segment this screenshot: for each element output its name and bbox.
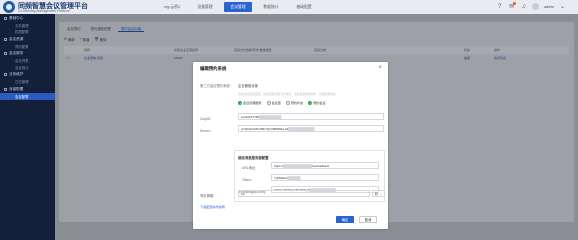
row-name[interactable]: 企业微信-对接 <box>84 56 174 60</box>
bell-icon[interactable]: ♫ <box>520 3 527 10</box>
token-input[interactable]: YjKMAkG ██████ <box>271 174 379 181</box>
dialog-hint: 请在对接配置设置，请在配置管理门户调试，请先设置地址和IP，对应配置地址 <box>238 92 336 96</box>
column-status: 状态 <box>464 48 471 52</box>
column-app: 对接企业应用名称 <box>174 48 199 52</box>
corpid-input[interactable]: ww3d471765 ██████████ <box>238 113 384 120</box>
top-nav-config[interactable]: 基础配置 <box>290 2 318 12</box>
edit-booking-system-dialog: 编辑预约系统 × 第三方会议预约系统： 企业微信对接 请在对接配置设置，请在配置… <box>193 62 388 229</box>
folder-icon <box>4 16 7 20</box>
secret-label: Secret： <box>200 129 213 133</box>
column-actions: 操作 <box>494 48 501 52</box>
sync-period-input[interactable]: 10 <box>238 190 370 197</box>
plus-icon: + <box>79 37 82 41</box>
option-booking-status[interactable]: 预约状态 <box>285 100 303 105</box>
option-meeting-service[interactable]: 会议管理服务 <box>238 100 262 105</box>
service-icon <box>4 52 7 55</box>
sub-tabs: 会议预约 预约通知配置 预约会议对接 <box>59 25 145 32</box>
refresh-button[interactable]: ⟳ 刷新 <box>64 36 75 42</box>
top-nav-org[interactable]: org-云桥Z <box>158 2 186 12</box>
message-icon[interactable]: ✉ <box>508 2 517 10</box>
tab-booking-notice[interactable]: 预约通知配置 <box>88 25 114 32</box>
sidebar-group-resources[interactable]: 会议资源 <box>0 35 55 43</box>
sidebar-group-services[interactable]: 会议服务 <box>0 50 55 58</box>
app-logo-icon <box>3 1 15 13</box>
chevron-down-icon[interactable]: ⌄ <box>559 3 566 10</box>
tab-meeting-booking[interactable]: 会议预约 <box>64 25 84 32</box>
tab-booking-integration[interactable]: 预约会议对接 <box>117 25 145 32</box>
top-nav-statistics[interactable]: 数据统计 <box>257 2 285 12</box>
sidebar-item-meeting-config[interactable]: 会议配置 <box>0 93 55 100</box>
wrench-icon <box>4 73 7 76</box>
top-nav-devices[interactable]: 设备管理 <box>191 2 219 12</box>
cancel-button[interactable]: 取消 <box>359 216 377 223</box>
user-name[interactable]: admin <box>544 5 554 9</box>
toolbar: ⟳ 刷新 + 新增 🗑 删除 <box>64 36 106 42</box>
sidebar-group-integration[interactable]: 对接配置 <box>0 85 55 93</box>
feature-options: 会议管理服务 会议室 预约状态 预约会议 <box>238 100 326 105</box>
corpid-label: CorpID： <box>200 117 214 121</box>
download-instructions-link[interactable]: 下载配置操作说明 <box>200 204 225 209</box>
url-input[interactable]: https://█████████████/ww/callback <box>271 162 379 169</box>
radio-icon <box>285 100 290 105</box>
sidebar-group-basic[interactable]: 基础中心 <box>0 14 55 22</box>
row-action-meetings[interactable]: 会议列表 <box>494 56 549 60</box>
option-meeting-room[interactable]: 会议室 <box>266 100 281 105</box>
trash-icon: 🗑 <box>94 37 99 41</box>
table-row[interactable]: ☐ 企业微信-对接 ZOOK 启用 会议列表 <box>64 54 569 62</box>
help-icon[interactable]: ? <box>496 3 503 10</box>
column-category: 应用分类 <box>314 48 327 52</box>
table-header: 名称 对接企业应用名称 应用方式选择/同步/推送类型 应用分类 状态 操作 <box>64 46 569 54</box>
avatar[interactable] <box>532 3 540 10</box>
system-name-value: 企业微信对接 <box>238 84 258 88</box>
url-label: URL地址： <box>242 166 259 170</box>
option-booking-meeting[interactable]: 预约会议 <box>308 100 326 105</box>
app-subtitle: Co-Meeting Management Platform <box>18 8 70 13</box>
add-button[interactable]: + 新增 <box>80 36 90 42</box>
sync-period-label: 同步周期： <box>200 194 217 198</box>
chevron-down-icon: ⌄ <box>379 191 382 196</box>
callback-config-title: 接收消息服务器配置 <box>238 156 269 160</box>
delete-button[interactable]: 🗑 删除 <box>94 36 106 42</box>
top-icons: ? ✉ ♫ admin ⌄ <box>496 2 566 10</box>
dialog-title: 编辑预约系统 <box>200 66 227 71</box>
sidebar: 基础中心 文件管理 权限配置 会议资源 预约配置 会议服务 会议列表 会议统计 … <box>0 14 55 240</box>
status-badge: 启用 <box>464 56 471 60</box>
column-name: 名称 <box>84 48 91 52</box>
secret-input[interactable]: yCQbGFSZfxN5kT2pY0B8DE4-3k ████████████ <box>238 125 384 132</box>
check-icon <box>308 100 312 105</box>
confirm-button[interactable]: 确定 <box>336 216 354 223</box>
system-name-label: 第三方会议预约系统： <box>200 84 233 88</box>
top-nav-meetings[interactable]: 会议管理 <box>224 2 252 12</box>
column-method: 应用方式选择/同步/推送类型 <box>234 48 272 52</box>
refresh-icon: ⟳ <box>64 37 67 41</box>
check-icon <box>238 100 242 105</box>
top-bar: 同频智慧会议管理平台 Co-Meeting Management Platfor… <box>0 0 578 14</box>
row-app: ZOOK <box>174 56 183 60</box>
close-icon[interactable]: × <box>378 65 382 71</box>
row-checkbox[interactable]: ☐ <box>64 56 84 60</box>
resource-icon <box>4 37 7 41</box>
top-nav: org-云桥Z 设备管理 会议管理 数据统计 基础配置 <box>158 2 318 12</box>
radio-icon <box>266 100 271 105</box>
sync-unit-select[interactable]: 秒 ⌄ <box>372 190 385 197</box>
sidebar-group-maintenance[interactable]: 业务维护 <box>0 71 55 79</box>
link-icon <box>4 87 7 91</box>
token-label: Token： <box>242 178 255 182</box>
